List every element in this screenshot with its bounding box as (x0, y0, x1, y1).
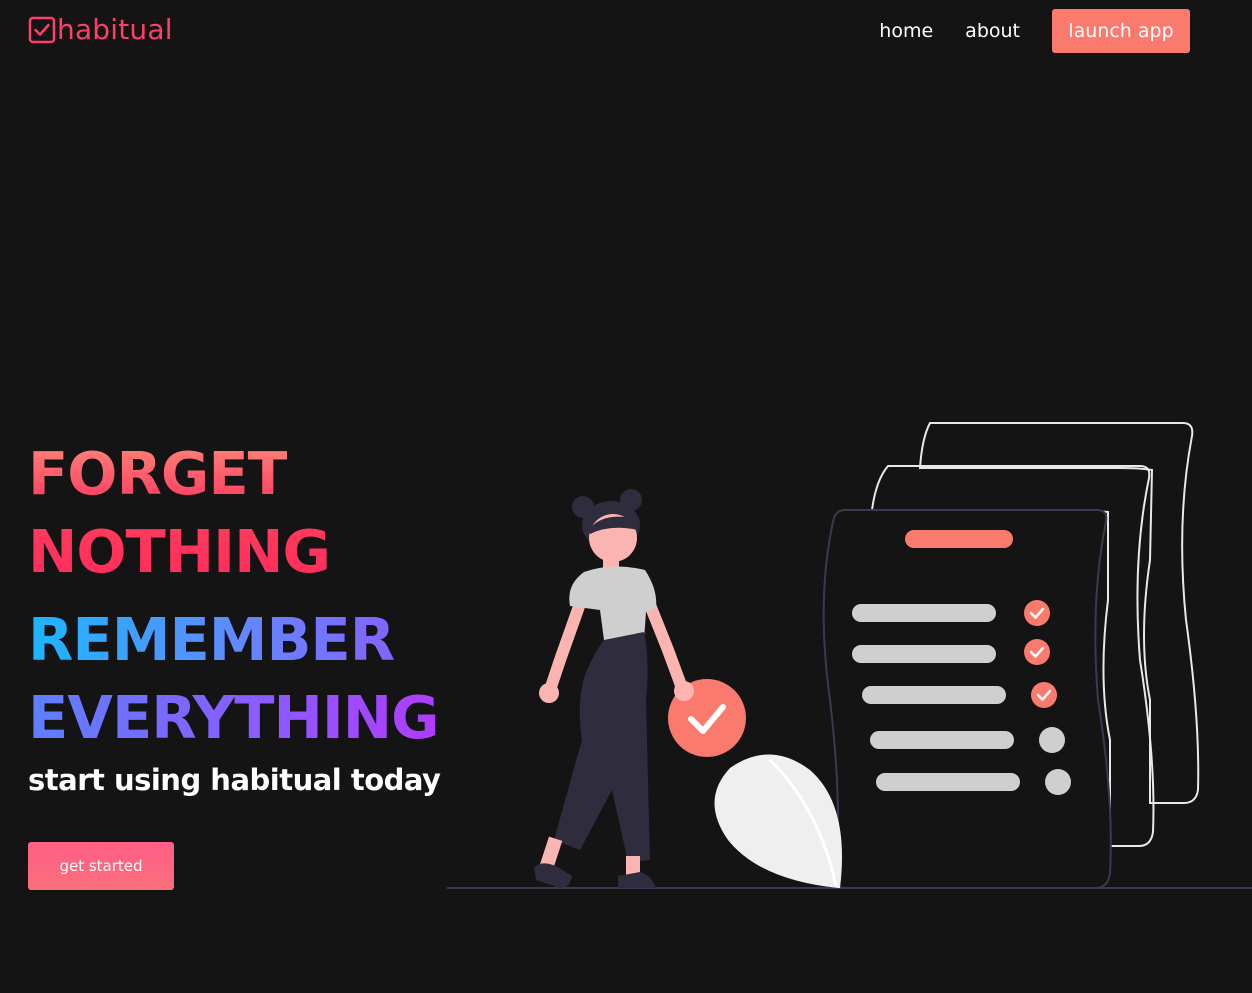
hero-tagline: start using habitual today (28, 763, 441, 797)
checklist-row-1 (852, 604, 996, 622)
woman-with-checklist-illustration (447, 422, 1252, 889)
brand-name: habitual (57, 13, 173, 46)
check-circle-icon (1031, 682, 1057, 708)
headline-everything: EVERYTHING (28, 679, 440, 757)
landing-page: habitual home about launch app FORGET NO… (0, 0, 1252, 993)
launch-app-button[interactable]: launch app (1052, 9, 1190, 53)
get-started-button[interactable]: get started (28, 842, 174, 890)
headline-nothing: NOTHING (28, 513, 331, 591)
checkbox-icon (28, 16, 56, 44)
checklist-row-2 (852, 645, 996, 663)
woman-figure (534, 489, 694, 888)
empty-circle-icon (1045, 769, 1071, 795)
nav-link-home[interactable]: home (879, 20, 933, 42)
checklist-row-5 (876, 773, 1020, 791)
hero-section: FORGET NOTHING REMEMBER EVERYTHING start… (28, 435, 441, 797)
empty-circle-icon (1039, 727, 1065, 753)
check-circle-icon (1024, 639, 1050, 665)
top-nav: home about launch app (879, 9, 1190, 53)
headline-remember: REMEMBER (28, 601, 395, 679)
leaf-icon (714, 754, 842, 888)
checklist-row-3 (862, 686, 1006, 704)
checklist-row-4 (870, 731, 1014, 749)
check-circle-icon (1024, 600, 1050, 626)
brand-logo[interactable]: habitual (28, 15, 173, 45)
checklist-header-bar (905, 530, 1013, 548)
headline-forget: FORGET (28, 435, 288, 513)
nav-link-about[interactable]: about (965, 20, 1020, 42)
